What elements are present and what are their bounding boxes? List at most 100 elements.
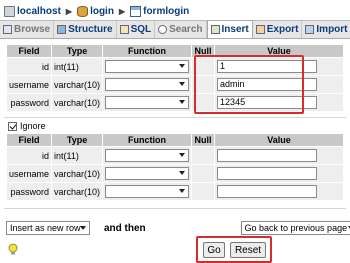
breadcrumb-server-label[interactable]: localhost [17,6,61,17]
null-cell [192,165,215,182]
database-icon [77,5,89,17]
field-name: id [7,58,52,75]
col-type: Type [52,134,103,146]
col-field: Field [7,45,52,57]
field-type: int(11) [52,58,103,75]
tab-search[interactable]: Search [155,21,207,38]
col-null: Null [192,134,215,146]
function-cell [103,58,192,75]
field-name: username [7,165,52,182]
tab-bar: Browse Structure SQL Search Insert Expor… [0,20,350,39]
field-type: varchar(10) [52,94,103,111]
tab-sql[interactable]: SQL [117,21,156,38]
table-header-row: Field Type Function Null Value [7,134,343,146]
chevron-down-icon [179,82,186,86]
tab-import-label: Import [316,24,348,35]
function-select[interactable] [105,60,190,73]
null-cell [192,183,215,200]
col-function: Function [103,134,192,146]
null-cell [192,147,215,164]
structure-icon [57,25,67,34]
insert-mode-value: Insert as new row [10,223,81,233]
function-select[interactable] [105,167,190,180]
function-select[interactable] [105,185,190,198]
tab-export[interactable]: Export [253,21,303,38]
field-type: int(11) [52,147,103,164]
field-type: varchar(10) [52,76,103,93]
breadcrumb-database-label[interactable]: login [90,6,114,17]
field-type: varchar(10) [52,165,103,182]
insert-table-2: Field Type Function Null Value id int(11… [6,133,344,201]
after-insert-select[interactable]: Go back to previous page [240,221,350,235]
chevron-down-icon [179,100,186,104]
divider [4,117,346,118]
and-then-label: and then [104,223,146,234]
value-highlight-box [194,55,304,114]
function-cell [103,183,192,200]
tab-browse[interactable]: Browse [0,21,55,38]
chevron-down-icon [179,64,186,68]
tab-browse-label: Browse [14,24,51,35]
insert-mode-select[interactable]: Insert as new row [6,221,90,235]
server-icon [4,5,15,17]
breadcrumb: localhost ▶ login ▶ formlogin [4,3,189,19]
col-value: Value [215,134,343,146]
value-cell [215,183,343,200]
import-icon [305,25,315,34]
tab-sql-label: SQL [130,24,152,35]
reset-button[interactable]: Reset [230,242,266,258]
col-field: Field [7,134,52,146]
breadcrumb-server[interactable]: localhost [4,5,61,17]
table-icon [130,5,142,17]
insert-icon [210,25,220,34]
field-type: varchar(10) [52,183,103,200]
chevron-down-icon [179,153,186,157]
function-cell [103,76,192,93]
breadcrumb-table[interactable]: formlogin [130,5,189,17]
tab-search-label: Search [169,24,203,35]
chevron-down-icon [179,189,186,193]
divider [4,208,346,209]
chevron-down-icon [179,171,186,175]
go-button[interactable]: Go [203,242,225,258]
ignore-label: Ignore [20,121,46,131]
ignore-option[interactable]: Ignore [8,121,46,131]
lightbulb-icon [8,243,18,255]
table-row: password varchar(10) [7,183,343,200]
function-select[interactable] [105,78,190,91]
function-cell [103,165,192,182]
tab-insert-label: Insert [221,24,249,35]
sql-icon [119,25,129,34]
tab-structure-label: Structure [68,24,113,35]
table-row: username varchar(10) [7,165,343,182]
value-input-password[interactable] [217,185,318,198]
field-name: username [7,76,52,93]
col-type: Type [52,45,103,57]
search-icon [158,25,168,34]
value-cell [215,147,343,164]
table-row: id int(11) [7,147,343,164]
field-name: id [7,147,52,164]
breadcrumb-database[interactable]: login [77,5,114,17]
tab-insert[interactable]: Insert [206,20,253,38]
after-insert-value: Go back to previous page [244,223,348,233]
function-cell [103,94,192,111]
function-select[interactable] [105,96,190,109]
breadcrumb-table-label[interactable]: formlogin [143,6,189,17]
col-function: Function [103,45,192,57]
value-cell [215,165,343,182]
tab-structure[interactable]: Structure [54,21,117,38]
value-input-username[interactable] [217,167,318,180]
function-select[interactable] [105,149,190,162]
chevron-down-icon [80,226,86,230]
function-cell [103,147,192,164]
field-name: password [7,183,52,200]
export-icon [255,25,265,34]
field-name: password [7,94,52,111]
tab-export-label: Export [266,24,299,35]
ignore-checkbox[interactable] [8,121,17,131]
value-input-id[interactable] [217,149,318,162]
breadcrumb-separator: ▶ [118,6,126,16]
breadcrumb-separator: ▶ [65,6,73,16]
tab-import[interactable]: Import [302,21,350,38]
